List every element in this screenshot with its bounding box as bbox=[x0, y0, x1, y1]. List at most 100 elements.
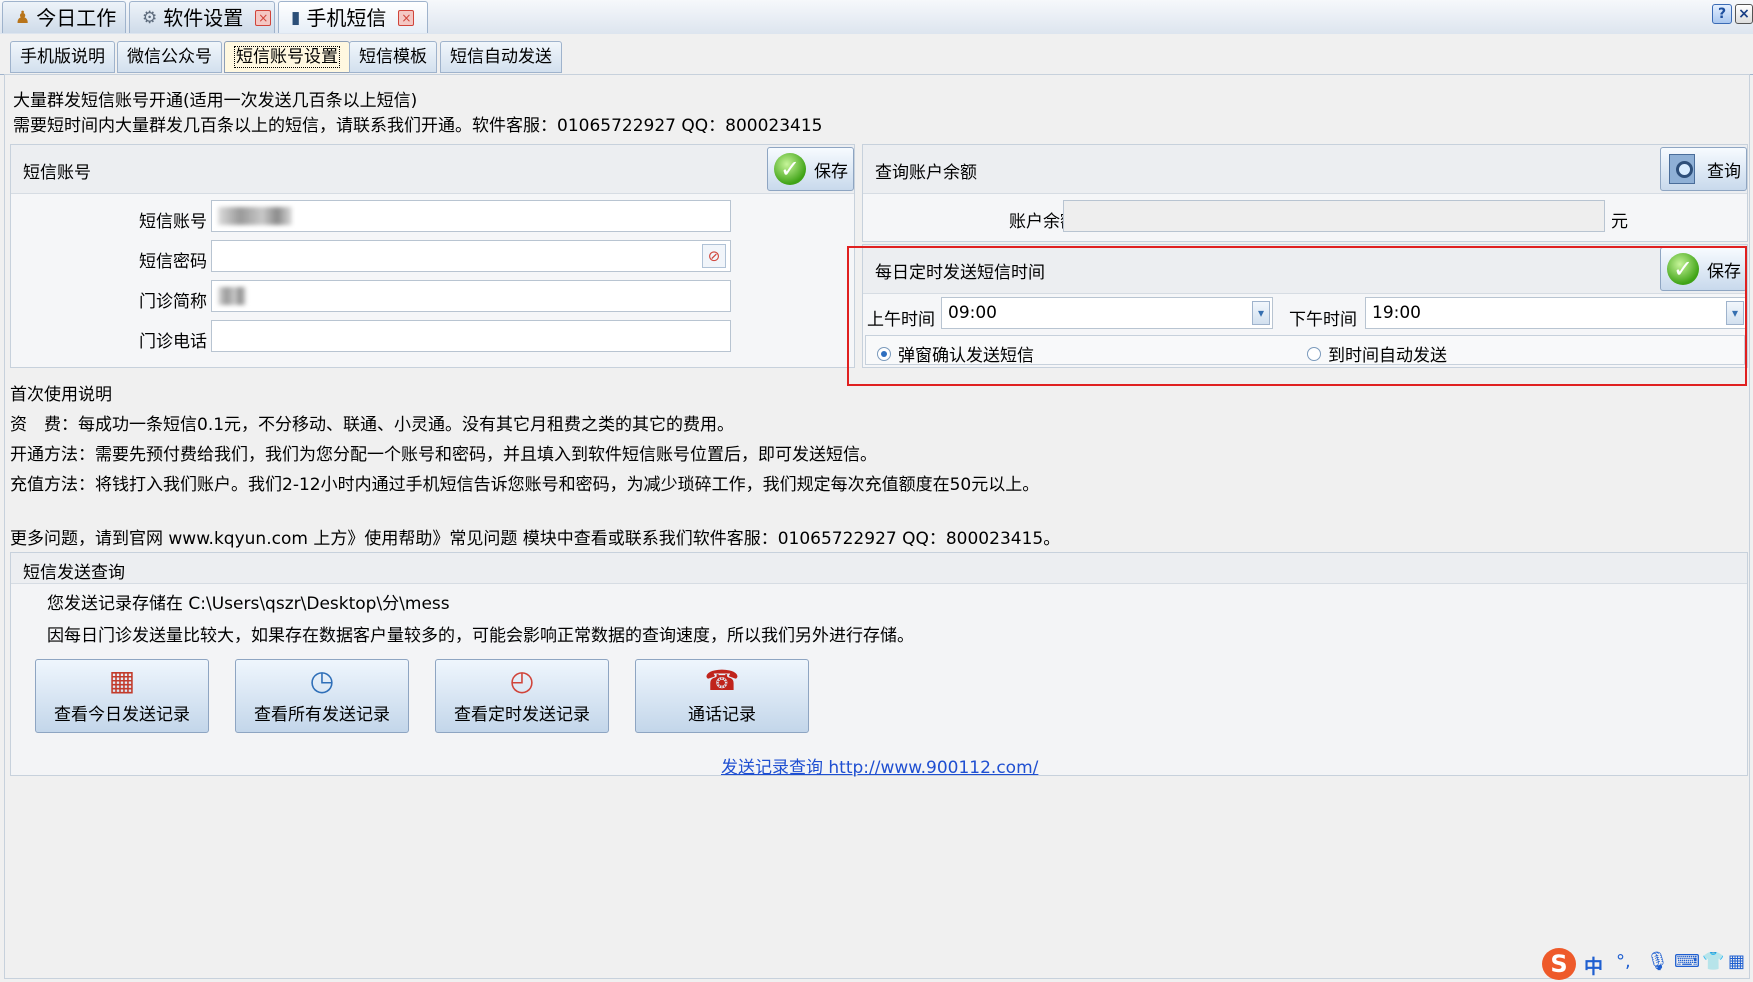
mobile-phone-icon: ▮ bbox=[291, 7, 301, 28]
help-icon[interactable]: ? bbox=[1712, 4, 1732, 24]
close-window-icon[interactable]: × bbox=[1735, 4, 1753, 24]
grid-icon[interactable]: ▦ bbox=[1728, 951, 1745, 972]
save-schedule-button[interactable]: ✓ 保存 bbox=[1660, 247, 1747, 291]
doc-tab-label: 手机短信 bbox=[306, 5, 387, 30]
doc-tab-software-settings[interactable]: ⚙ 软件设置 × bbox=[129, 1, 275, 33]
tab-label: 微信公众号 bbox=[127, 47, 212, 67]
balance-panel: 查询账户余额 查询 账户余额 元 bbox=[862, 144, 1748, 242]
account-label: 短信账号 bbox=[139, 212, 207, 232]
document-tab-bar: ♟ 今日工作 ⚙ 软件设置 × ▮ 手机短信 × ? × bbox=[0, 0, 1753, 35]
save-account-button[interactable]: ✓ 保存 bbox=[767, 147, 854, 191]
doc-tab-label: 软件设置 bbox=[163, 5, 244, 30]
worker-icon: ♟ bbox=[15, 7, 31, 28]
tab-sms-account[interactable]: 短信账号设置 bbox=[224, 41, 350, 73]
button-label: 查看所有发送记录 bbox=[254, 705, 390, 725]
radio-dot bbox=[1307, 346, 1321, 361]
redacted-value bbox=[218, 287, 246, 305]
clinic-name-input[interactable] bbox=[211, 280, 731, 312]
account-input[interactable] bbox=[211, 200, 731, 232]
magnifier-icon bbox=[1667, 151, 1701, 187]
button-label: 查看今日发送记录 bbox=[54, 705, 190, 725]
button-label: 保存 bbox=[1707, 261, 1741, 282]
tab-label: 手机版说明 bbox=[20, 47, 105, 67]
button-label: 查看定时发送记录 bbox=[454, 705, 590, 725]
password-input[interactable]: ⊘ bbox=[211, 240, 731, 272]
telephone-icon: ☎ bbox=[704, 664, 740, 697]
open-method-text: 开通方法：需要先预付费给我们，我们为您分配一个账号和密码，并且填入到软件短信账号… bbox=[10, 445, 877, 465]
ime-tray: S 中 °, 🎙 ⌨ 👕 ▦ bbox=[1542, 948, 1753, 982]
tab-sms-template[interactable]: 短信模板 bbox=[349, 41, 437, 73]
chevron-down-icon[interactable]: ▾ bbox=[1252, 301, 1270, 325]
pm-time-label: 下午时间 bbox=[1289, 310, 1357, 330]
balance-field bbox=[1063, 200, 1605, 232]
sogou-ime-icon[interactable]: S bbox=[1542, 948, 1576, 980]
panel-title: 每日定时发送短信时间 bbox=[875, 263, 1045, 283]
am-time-label: 上午时间 bbox=[867, 310, 935, 330]
clinic-phone-input[interactable] bbox=[211, 320, 731, 352]
sms-account-panel: 短信账号 ✓ 保存 短信账号 短信密码 ⊘ 门诊简称 门诊电话 bbox=[10, 144, 855, 368]
hide-password-icon[interactable]: ⊘ bbox=[702, 244, 726, 268]
check-icon: ✓ bbox=[774, 153, 806, 185]
scheduled-records-button[interactable]: ◴ 查看定时发送记录 bbox=[435, 659, 609, 733]
records-query-link[interactable]: 发送记录查询 http://www.900112.com/ bbox=[721, 753, 1038, 778]
redacted-value bbox=[218, 207, 292, 225]
chevron-down-icon[interactable]: ▾ bbox=[1726, 301, 1744, 325]
intro-line-1: 大量群发短信账号开通(适用一次发送几百条以上短信) bbox=[13, 91, 418, 111]
sub-tab-bar: 手机版说明 微信公众号 短信账号设置 短信模板 短信自动发送 bbox=[0, 34, 1753, 75]
password-label: 短信密码 bbox=[139, 252, 207, 272]
storage-note-text: 因每日门诊发送量比较大，如果存在数据客户量较多的，可能会影响正常数据的查询速度，… bbox=[47, 626, 914, 646]
close-tab-icon[interactable]: × bbox=[255, 9, 272, 26]
doc-tab-today-work[interactable]: ♟ 今日工作 bbox=[2, 1, 126, 33]
mic-icon[interactable]: 🎙 bbox=[1646, 951, 1669, 972]
currency-unit: 元 bbox=[1611, 212, 1628, 232]
schedule-panel: 每日定时发送短信时间 ✓ 保存 上午时间 09:00 ▾ 下午时间 19:00 … bbox=[862, 244, 1748, 368]
more-help-text: 更多问题，请到官网 www.kqyun.com 上方》使用帮助》常见问题 模块中… bbox=[10, 529, 1061, 549]
am-time-value: 09:00 bbox=[948, 303, 997, 323]
radio-confirm-send[interactable]: 弹窗确认发送短信 bbox=[877, 341, 1034, 366]
panel-header: 每日定时发送短信时间 bbox=[863, 245, 1747, 294]
pm-time-value: 19:00 bbox=[1372, 303, 1421, 323]
gears-icon: ⚙ bbox=[142, 7, 158, 28]
radio-label: 弹窗确认发送短信 bbox=[898, 346, 1034, 366]
tab-label: 短信自动发送 bbox=[450, 47, 552, 67]
query-balance-button[interactable]: 查询 bbox=[1660, 147, 1747, 191]
button-label: 通话记录 bbox=[688, 705, 756, 725]
clinic-name-label: 门诊简称 bbox=[139, 292, 207, 312]
panel-header: 短信账号 bbox=[11, 145, 854, 194]
pm-time-select[interactable]: 19:00 ▾ bbox=[1365, 297, 1747, 329]
check-icon: ✓ bbox=[1667, 253, 1699, 285]
today-records-button[interactable]: ▦ 查看今日发送记录 bbox=[35, 659, 209, 733]
radio-auto-send[interactable]: 到时间自动发送 bbox=[1307, 341, 1447, 366]
calendar-icon: ▦ bbox=[108, 664, 136, 697]
am-time-select[interactable]: 09:00 ▾ bbox=[941, 297, 1273, 329]
doc-tab-mobile-sms[interactable]: ▮ 手机短信 × bbox=[278, 1, 428, 33]
shirt-icon[interactable]: 👕 bbox=[1702, 951, 1724, 972]
close-tab-icon[interactable]: × bbox=[398, 9, 415, 26]
button-label: 查询 bbox=[1707, 161, 1741, 182]
chinese-mode-icon[interactable]: 中 bbox=[1584, 952, 1603, 979]
tab-sms-auto-send[interactable]: 短信自动发送 bbox=[440, 41, 562, 73]
keyboard-icon[interactable]: ⌨ bbox=[1674, 951, 1700, 972]
panel-title: 短信账号 bbox=[23, 163, 91, 183]
all-records-button[interactable]: ◷ 查看所有发送记录 bbox=[235, 659, 409, 733]
fee-text: 资 费：每成功一条短信0.1元，不分移动、联通、小灵通。没有其它月租费之类的其它… bbox=[10, 415, 735, 435]
panel-title: 查询账户余额 bbox=[875, 163, 977, 183]
alarm-clock-icon: ◴ bbox=[509, 664, 535, 697]
tab-label: 短信模板 bbox=[359, 47, 427, 67]
panel-header: 查询账户余额 bbox=[863, 145, 1747, 194]
panel-header: 短信发送查询 bbox=[11, 553, 1747, 584]
tab-label: 短信账号设置 bbox=[234, 46, 340, 68]
radio-label: 到时间自动发送 bbox=[1328, 346, 1447, 366]
recharge-text: 充值方法：将钱打入我们账户。我们2-12小时内通过手机短信告诉您账号和密码，为减… bbox=[10, 475, 1040, 495]
history-clock-icon: ◷ bbox=[309, 664, 335, 697]
call-records-button[interactable]: ☎ 通话记录 bbox=[635, 659, 809, 733]
button-label: 保存 bbox=[814, 161, 848, 182]
panel-title: 短信发送查询 bbox=[23, 563, 125, 583]
tab-wechat[interactable]: 微信公众号 bbox=[117, 41, 222, 73]
intro-line-2: 需要短时间内大量群发几百条以上的短信，请联系我们开通。软件客服：01065722… bbox=[13, 116, 823, 136]
punct-icon[interactable]: °, bbox=[1616, 951, 1631, 972]
clinic-phone-label: 门诊电话 bbox=[139, 332, 207, 352]
tab-mobile-guide[interactable]: 手机版说明 bbox=[10, 41, 115, 73]
storage-path-text: 您发送记录存储在 C:\Users\qszr\Desktop\分\mess bbox=[47, 594, 450, 614]
sms-query-panel: 短信发送查询 您发送记录存储在 C:\Users\qszr\Desktop\分\… bbox=[10, 552, 1748, 778]
